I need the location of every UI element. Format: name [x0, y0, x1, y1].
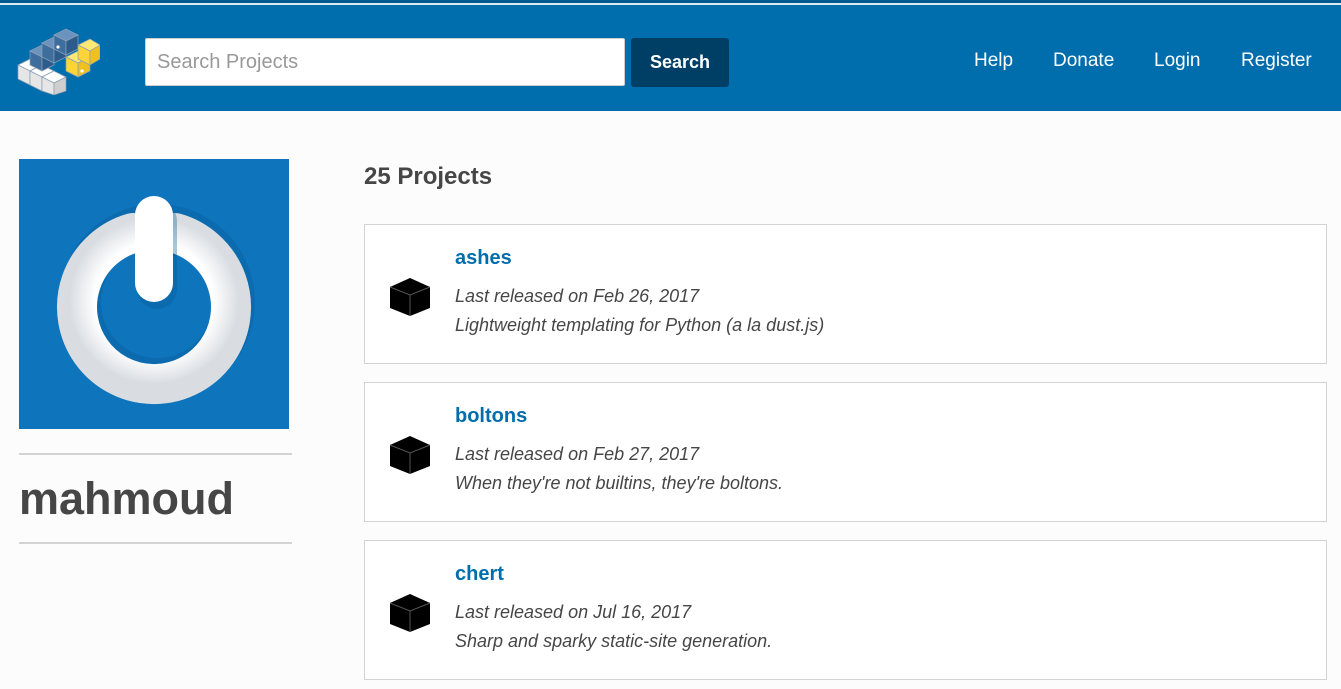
search-input[interactable]: [145, 38, 625, 86]
pypi-logo-icon[interactable]: [16, 25, 100, 95]
project-release-date: Last released on Feb 26, 2017: [455, 286, 700, 306]
projects-count-heading: 25 Projects: [364, 163, 493, 190]
project-release-date: Last released on Jul 16, 2017: [455, 602, 692, 622]
project-description: Lightweight templating for Python (a la …: [455, 315, 825, 335]
nav-link-login[interactable]: Login: [1154, 50, 1201, 72]
package-cube-icon: [389, 436, 431, 474]
search-button[interactable]: Search: [631, 38, 729, 87]
project-description: Sharp and sparky static-site generation.: [455, 631, 773, 651]
nav-link-register[interactable]: Register: [1241, 50, 1312, 72]
project-description: When they're not builtins, they're bolto…: [455, 473, 784, 493]
package-cube-icon: [389, 278, 431, 316]
project-name-link[interactable]: boltons: [455, 405, 527, 428]
project-card[interactable]: ashes Last released on Feb 26, 2017 Ligh…: [364, 224, 1327, 364]
project-name-link[interactable]: ashes: [455, 247, 512, 270]
top-navigation-bar: Search Help Donate Login Register: [0, 0, 1341, 111]
project-card[interactable]: chert Last released on Jul 16, 2017 Shar…: [364, 540, 1327, 680]
project-release-date: Last released on Feb 27, 2017: [455, 444, 700, 464]
power-symbol-icon: [57, 196, 255, 404]
profile-divider-bottom: [19, 542, 292, 544]
project-card[interactable]: boltons Last released on Feb 27, 2017 Wh…: [364, 382, 1327, 522]
project-name-link[interactable]: chert: [455, 563, 504, 586]
profile-username: mahmoud: [19, 473, 235, 524]
user-avatar: [19, 159, 289, 429]
package-cube-icon: [389, 594, 431, 632]
nav-link-donate[interactable]: Donate: [1053, 50, 1114, 72]
nav-link-help[interactable]: Help: [974, 50, 1013, 72]
profile-divider-top: [19, 453, 292, 455]
